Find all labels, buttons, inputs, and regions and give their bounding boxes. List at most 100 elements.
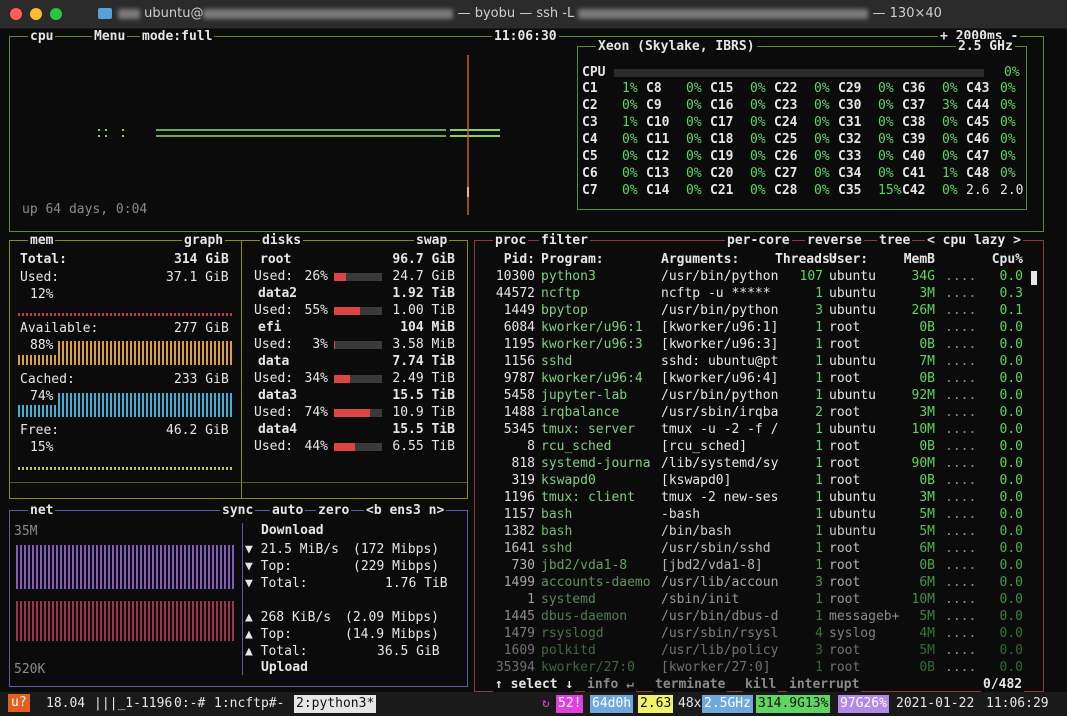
proc-row[interactable]: 5458 jupyter-lab/usr/bin/python 1 ubuntu 92M… — [475, 387, 1035, 404]
proc-row[interactable]: 1195 kworker/u96:3 [kworker/u96:3] 1 root 0B 0… — [475, 336, 1035, 353]
proc-threads: 1 — [815, 541, 823, 556]
proc-pid: 1196 — [503, 490, 535, 505]
proc-cpu: 0.0 — [999, 405, 1023, 420]
disk-name: efi — [258, 320, 282, 335]
sync-tab[interactable]: sync — [220, 503, 256, 519]
disk-total: 7.74 TiB — [392, 354, 455, 369]
load-average: 2.63 — [638, 695, 674, 713]
proc-row[interactable]: 5345 tmux: server tmux -u -2 -f / 1 ubuntu 10… — [475, 421, 1035, 438]
proc-program: kworker/u96:3 — [541, 337, 643, 352]
proc-arguments: /usr/lib/policy — [661, 643, 779, 658]
proc-row[interactable]: 1488 irqbalance/usr/sbin/irqba 2 root 3M 0.0.… — [475, 404, 1035, 421]
proc-mem: 0B — [919, 371, 935, 386]
proc-cpu: 0.0 — [999, 490, 1023, 505]
maximize-window-button[interactable] — [50, 8, 62, 20]
mem-tab[interactable]: mem — [28, 233, 56, 249]
proc-arguments: [kworker/u96:4] — [661, 371, 779, 386]
proc-row[interactable]: 1196 tmux: client tmux -2 new-ses 1 ubuntu 3M… — [475, 489, 1035, 506]
proc-row[interactable]: 1499 accounts-daemo/usr/lib/accoun 3 root 6M… — [475, 574, 1035, 591]
interface-selector[interactable]: <b ens3 n> — [364, 503, 447, 519]
proc-row[interactable]: 730 jbd2/vda1-8 [jbd2/vda1-8] 1 root 0B 0.0...… — [475, 557, 1035, 574]
proc-threads: 1 — [815, 371, 823, 386]
proc-row[interactable]: 1157 bash -bash 1 ubuntu 5M 0.0.... — [475, 506, 1035, 523]
proc-row[interactable]: 9787 kworker/u96:4 [kworker/u96:4] 1 root 0B 0… — [475, 370, 1035, 387]
window-2-active[interactable]: 2:python3* — [294, 695, 377, 713]
proc-row[interactable]: 1641 sshd/usr/sbin/sshd 1 root 6M 0.0.... — [475, 540, 1035, 557]
proc-user: ubuntu — [829, 303, 876, 318]
disk-used-value: 3.58 MiB — [392, 337, 455, 352]
proc-user: ubuntu — [829, 422, 876, 437]
per-core-tab[interactable]: per-core — [725, 233, 792, 249]
core-label: C38 — [902, 115, 926, 130]
proc-column-header[interactable]: Cpu% — [975, 251, 1023, 268]
proc-user: root — [829, 558, 861, 573]
kill-button[interactable]: kill — [743, 677, 779, 693]
cpu-count: 48x — [678, 696, 702, 711]
proc-row[interactable]: 1609 polkitd/usr/lib/policy 3 root 5M 0.0.... — [475, 642, 1035, 659]
window-0[interactable]: 0:-# — [174, 695, 205, 713]
proc-column-header[interactable]: MemB — [887, 251, 935, 268]
interrupt-button[interactable]: interrupt — [787, 677, 862, 693]
info-button[interactable]: info ↵ — [585, 677, 636, 693]
mem-available-pct-overlay: 88% — [30, 338, 54, 353]
proc-cpu: 0.0 — [999, 626, 1023, 641]
core-usage: 0% — [878, 149, 894, 164]
core-label: C39 — [902, 132, 926, 147]
terminate-button[interactable]: terminate — [653, 677, 728, 693]
select-control[interactable]: ↑ select ↓ — [493, 677, 576, 693]
session-indicator[interactable]: |||_1-1196 — [94, 695, 172, 713]
proc-row[interactable]: 6084 kworker/u96:1 [kworker/u96:1] 1 root 0B 0… — [475, 319, 1035, 336]
proc-row[interactable]: 1 systemd/sbin/init 1 root 10M 0.0.... — [475, 591, 1035, 608]
proc-mem: 3M — [919, 490, 935, 505]
proc-row[interactable]: 10300 python3/usr/bin/python 107 ubuntu 34G 0… — [475, 268, 1035, 285]
filter-tab[interactable]: filter — [539, 233, 590, 249]
proc-column-header[interactable]: Arguments: — [661, 251, 739, 268]
proc-row[interactable]: 1445 dbus-daemon/usr/bin/dbus-d 1 messageb+… — [475, 608, 1035, 625]
minimize-window-button[interactable] — [30, 8, 42, 20]
disk-usage-fill — [334, 273, 347, 281]
download-total-label: Total: — [260, 576, 308, 591]
proc-threads: 107 — [799, 269, 823, 284]
close-window-button[interactable] — [10, 8, 22, 20]
proc-count: 0/482 — [981, 677, 1025, 693]
proc-row[interactable]: 35394 kworker/27:0 [kworker/27:0] 1 root 0B 0.… — [475, 659, 1035, 676]
net-scale-bottom: 520K — [14, 662, 46, 677]
proc-mem: 0B — [919, 558, 935, 573]
reverse-tab[interactable]: reverse — [805, 233, 864, 249]
proc-column-header[interactable]: Program: — [541, 251, 604, 268]
proc-program: ncftp — [541, 286, 581, 301]
auto-tab[interactable]: auto — [270, 503, 306, 519]
sort-selector[interactable]: < cpu lazy > — [925, 233, 1023, 249]
proc-row[interactable]: 1156 sshd sshd: ubuntu@pt 1 ubuntu 7M 0.0.... — [475, 353, 1035, 370]
proc-header: Pid: Program: Arguments: Threads: User: MemB C… — [475, 251, 1043, 268]
proc-column-header[interactable]: Pid: — [479, 251, 535, 268]
proc-row[interactable]: 44572 ncftp ncftp -u ***** 1 ubuntu 3M 0.3.... — [475, 285, 1035, 302]
net-tab[interactable]: net — [28, 503, 56, 519]
cpu-cores-panel: Xeon (Skylake, IBRS) 2.5 GHz CPU 0% — [577, 39, 1027, 210]
proc-cpu: 0.1 — [999, 303, 1023, 318]
proc-program: jupyter-lab — [541, 388, 628, 403]
proc-column-header[interactable]: User: — [829, 251, 868, 268]
mem-available-label: Available: — [20, 321, 99, 336]
proc-program: kswapd0 — [541, 473, 596, 488]
proc-row[interactable]: 1479 rsyslogd/usr/sbin/rsysl 4 syslog 4M 0.0.… — [475, 625, 1035, 642]
proc-row[interactable]: 1449 bpytop/usr/bin/python 3 ubuntu 26M 0.1..… — [475, 302, 1035, 319]
memory-usage: 314.9G13% — [756, 695, 831, 713]
disks-tab[interactable]: disks — [260, 233, 304, 249]
core-usage: 0% — [750, 166, 766, 181]
window-1[interactable]: 1:ncftp#- — [214, 695, 284, 713]
proc-row[interactable]: 1382 bash/bin/bash 1 ubuntu 5M 0.0.... — [475, 523, 1035, 540]
scrollbar-thumb[interactable] — [1031, 271, 1037, 285]
proc-row[interactable]: 319 kswapd0 [kswapd0] 1 root 0B 0.0.... — [475, 472, 1035, 489]
proc-tab[interactable]: proc — [493, 233, 529, 249]
proc-row[interactable]: 8 rcu_sched [rcu_sched] 1 root 0B 0.0.... — [475, 438, 1035, 455]
proc-row[interactable]: 818 systemd-journa/lib/systemd/sy 1 root 90M… — [475, 455, 1035, 472]
proc-user: root — [829, 371, 861, 386]
swap-tab[interactable]: swap — [414, 233, 450, 249]
graph-tab[interactable]: graph — [182, 233, 226, 249]
disk-used-value: 1.00 TiB — [392, 303, 455, 318]
zero-tab[interactable]: zero — [316, 503, 352, 519]
proc-column-header[interactable]: Threads: — [775, 251, 838, 268]
proc-pid: 1157 — [503, 507, 535, 522]
tree-tab[interactable]: tree — [877, 233, 913, 249]
